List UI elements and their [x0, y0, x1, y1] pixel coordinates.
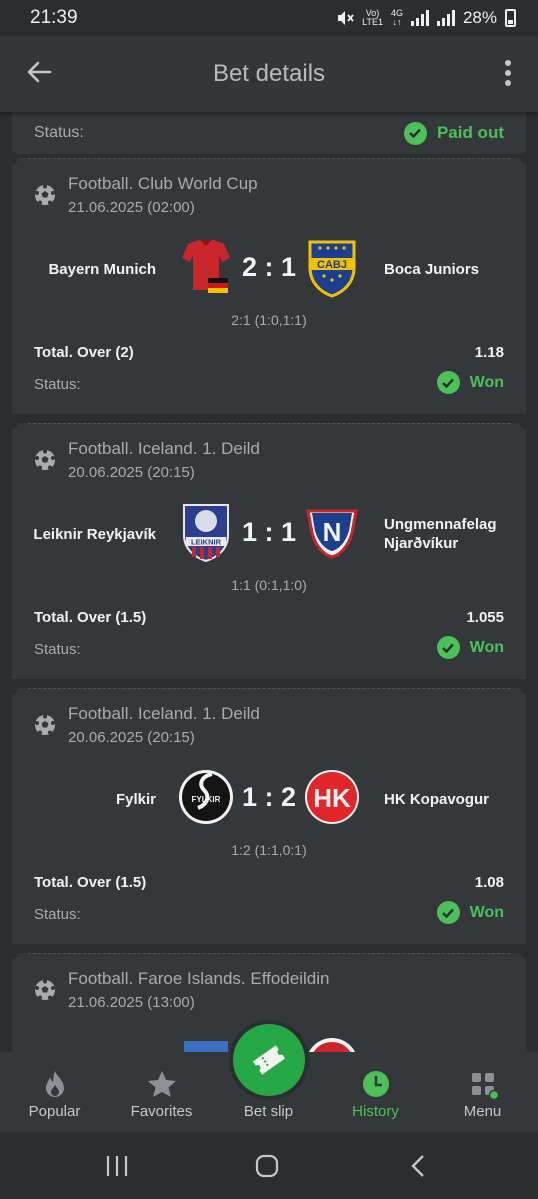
status-badge: Won	[436, 636, 504, 659]
grid-icon	[471, 1073, 499, 1100]
system-status-bar: 21:39 Vo) LTE1 4G ↓↑ 28%	[0, 0, 538, 36]
team-crest-icon	[184, 1041, 228, 1052]
status-badge: Won	[436, 901, 504, 924]
team-crest-icon	[308, 1038, 356, 1052]
flame-icon	[45, 1071, 64, 1097]
bet-market: Total. Over (1.5)	[34, 609, 147, 626]
period-score: 1:1 (0:1,1:0)	[231, 577, 307, 593]
svg-text:FYLKIR: FYLKIR	[192, 795, 221, 804]
status-value: Won	[469, 373, 504, 391]
bet-odds: 1.18	[474, 344, 504, 361]
status-label: Status:	[34, 906, 81, 923]
league-name: Football. Faroe Islands. Effodeildin	[68, 969, 330, 988]
boca-crest-icon: CABJ	[308, 240, 356, 298]
home-team: Bayern Munich	[48, 261, 156, 278]
home-team: Fylkir	[115, 791, 156, 808]
home-team: Leiknir Reykjavík	[33, 526, 156, 543]
nav-popular[interactable]: Popular	[1, 1052, 108, 1132]
football-icon	[35, 979, 55, 1000]
leiknir-crest-icon: LEIKNIR	[183, 504, 229, 563]
back-icon[interactable]	[406, 1154, 432, 1178]
mute-icon	[338, 11, 354, 25]
njardvik-crest-icon: N	[306, 509, 358, 559]
match-date: 21.06.2025 (02:00)	[68, 199, 195, 216]
match-date: 21.06.2025 (13:00)	[68, 994, 195, 1011]
nav-menu[interactable]: Menu	[429, 1052, 536, 1132]
status-label: Status:	[34, 641, 81, 658]
league-name: Football. Club World Cup	[68, 174, 258, 193]
status-label: Status:	[34, 376, 81, 393]
overall-status-row: Status: Paid out	[12, 112, 526, 154]
bet-card-2[interactable]: Football. Iceland. 1. Deild 20.06.2025 (…	[6, 417, 532, 679]
status-value: Won	[469, 638, 504, 656]
home-icon[interactable]	[254, 1154, 280, 1178]
status-value: Won	[469, 903, 504, 921]
network-type-indicator: 4G ↓↑	[390, 8, 403, 27]
league-name: Football. Iceland. 1. Deild	[68, 439, 260, 458]
bet-card-3[interactable]: Football. Iceland. 1. Deild 20.06.2025 (…	[6, 682, 532, 944]
overall-status-badge: Paid out	[403, 121, 504, 145]
check-circle-icon	[403, 121, 427, 145]
match-date: 20.06.2025 (20:15)	[68, 464, 195, 481]
nav-history[interactable]: History	[322, 1052, 429, 1132]
match-date: 20.06.2025 (20:15)	[68, 729, 195, 746]
football-icon	[35, 449, 55, 470]
bet-details-list[interactable]: Status: Paid out Football. Club World Cu…	[0, 112, 538, 1052]
bet-market: Total. Over (1.5)	[34, 874, 147, 891]
signal-icon-2	[436, 10, 455, 26]
clock-time: 21:39	[30, 7, 78, 28]
nav-favorites[interactable]: Favorites	[108, 1052, 215, 1132]
match-score: 1 : 1	[241, 517, 297, 547]
star-icon	[147, 1071, 176, 1097]
battery-percent: 28%	[462, 8, 497, 27]
match-score: 1 : 2	[241, 782, 297, 812]
ticket-icon	[252, 1045, 286, 1075]
volte-indicator: Vo) LTE1	[362, 8, 383, 27]
svg-text:N: N	[323, 517, 342, 547]
away-team: Boca Juniors	[384, 261, 480, 278]
svg-text:LEIKNIR: LEIKNIR	[191, 538, 222, 547]
recent-apps-icon[interactable]	[104, 1154, 130, 1178]
check-circle-icon	[436, 636, 460, 659]
away-team: Ungmennafelag Njarðvíkur	[384, 516, 497, 552]
fylkir-crest-icon: FYLKIR	[179, 770, 233, 824]
battery-icon	[505, 9, 516, 27]
bet-market: Total. Over (2)	[34, 344, 134, 361]
clock-icon	[362, 1071, 389, 1097]
system-navigation-bar	[0, 1132, 538, 1199]
bet-card-1[interactable]: Football. Club World Cup 21.06.2025 (02:…	[6, 152, 532, 414]
svg-text:HK: HK	[313, 783, 351, 813]
league-name: Football. Iceland. 1. Deild	[68, 704, 260, 723]
svg-text:CABJ: CABJ	[317, 259, 347, 271]
hk-crest-icon: HK	[305, 770, 359, 824]
football-icon	[35, 184, 55, 205]
jersey-icon	[182, 240, 230, 293]
period-score: 2:1 (1:0,1:1)	[231, 312, 307, 328]
overall-status-label: Status:	[34, 124, 84, 141]
app-bar: Bet details	[0, 36, 538, 112]
signal-icon	[410, 10, 429, 26]
check-circle-icon	[436, 371, 460, 394]
away-team: HK Kopavogur	[384, 791, 489, 808]
match-score: 2 : 1	[241, 252, 297, 282]
football-icon	[35, 714, 55, 735]
page-title: Bet details	[212, 60, 326, 87]
back-arrow-icon[interactable]	[24, 56, 56, 88]
bet-odds: 1.08	[474, 874, 504, 891]
status-badge: Won	[436, 371, 504, 394]
bet-slip-button[interactable]	[233, 1024, 305, 1096]
overall-status-value: Paid out	[436, 123, 504, 142]
period-score: 1:2 (1:1,0:1)	[231, 842, 307, 858]
more-options-icon[interactable]	[504, 60, 512, 88]
check-circle-icon	[436, 901, 460, 924]
bet-odds: 1.055	[466, 609, 504, 626]
